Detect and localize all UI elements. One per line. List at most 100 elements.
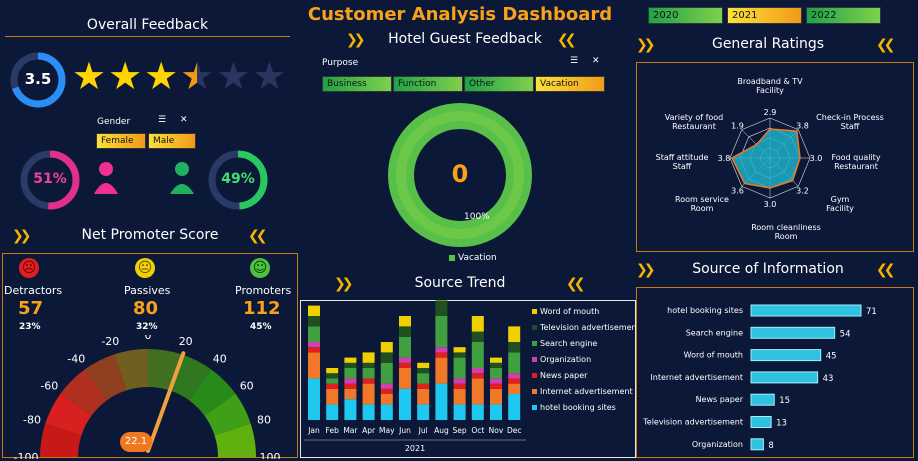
legend-label: Word of mouth: [540, 307, 599, 316]
trend-bar-segment: [471, 331, 484, 342]
radar-axis-label: Food quality: [831, 153, 880, 162]
source-category-label: News paper: [696, 395, 744, 404]
trend-bar-segment: [490, 383, 502, 389]
source-info-title: Source of Information: [692, 261, 844, 277]
trend-bar-segment: [326, 373, 339, 379]
overall-feedback-title: Overall Feedback: [86, 16, 209, 33]
detractors-label: Detractors: [4, 284, 63, 297]
trend-bar-segment: [308, 342, 320, 348]
trend-month-label: Feb: [326, 426, 340, 435]
source-trend-title: Source Trend: [414, 275, 506, 291]
trend-bar-segment: [435, 316, 448, 348]
legend-swatch: [532, 405, 537, 410]
trend-bar-segment: [490, 357, 502, 363]
source-value-label: 43: [823, 374, 834, 384]
trend-bar-segment: [490, 362, 502, 368]
source-category-label: Television advertisement: [642, 418, 743, 427]
multiselect-icon[interactable]: ☰: [570, 56, 578, 66]
purpose-business[interactable]: Business: [322, 76, 392, 92]
trend-bar-segment: [453, 352, 466, 358]
radar-axis-label: Gym: [831, 195, 850, 204]
radar-axis-label: Facility: [826, 204, 854, 213]
trend-bar-segment: [362, 368, 375, 379]
source-category-label: hotel booking sites: [667, 306, 743, 315]
clear-filter-icon[interactable]: ✕: [180, 115, 188, 125]
gauge-tick-label: -60: [40, 379, 58, 392]
trend-bar-segment: [308, 352, 320, 379]
source-value-label: 13: [776, 419, 787, 429]
radar-axis-label: Restaurant: [672, 122, 716, 131]
trend-bar-segment: [344, 362, 357, 368]
radar-value-label: 2.9: [764, 108, 777, 117]
trend-bar-segment: [362, 362, 375, 368]
trend-xlabel: 2021: [405, 444, 425, 453]
radar-axis-label: Facility: [756, 86, 784, 95]
year-2022[interactable]: 2022: [806, 7, 881, 24]
gauge-tick-label: 0: [145, 335, 152, 342]
radar-axis-label: Broadband & TV: [737, 77, 803, 86]
trend-bar-segment: [453, 383, 466, 389]
trend-bar-segment: [308, 378, 320, 420]
trend-bar-segment: [471, 316, 484, 332]
trend-bar-segment: [453, 347, 466, 353]
year-2020[interactable]: 2020: [648, 7, 723, 24]
year-2021[interactable]: 2021: [727, 7, 802, 24]
star-icon: ★: [108, 54, 143, 98]
female-person-icon: [94, 162, 118, 194]
radar-value-label: 1.9: [731, 121, 744, 130]
trend-bar-segment: [490, 378, 502, 384]
passives-value: 80: [133, 298, 159, 319]
slicer-female[interactable]: Female: [96, 133, 146, 149]
legend-swatch: [449, 255, 455, 261]
legend-label: Television advertisement: [539, 323, 636, 332]
trend-bar-segment: [308, 347, 320, 353]
trend-bar-segment: [453, 404, 466, 420]
trend-bar-segment: [344, 368, 357, 379]
legend-label: Search engine: [540, 339, 597, 348]
trend-bar-segment: [380, 388, 393, 394]
source-value-label: 54: [840, 329, 851, 339]
radar-value-label: 3.8: [718, 154, 731, 163]
trend-bar-segment: [508, 326, 521, 342]
trend-month-label: Jul: [418, 426, 428, 435]
chevron-left-icon: ❮❮: [557, 32, 577, 48]
radar-value-label: 3.2: [796, 187, 809, 196]
trend-bar-segment: [417, 404, 430, 420]
trend-bar-segment: [490, 388, 502, 405]
clear-filter-icon[interactable]: ✕: [592, 56, 600, 66]
trend-bar-segment: [399, 388, 411, 420]
source-value-label: 8: [768, 441, 773, 451]
source-category-label: Search engine: [686, 328, 743, 337]
purpose-other[interactable]: Other: [464, 76, 534, 92]
trend-month-label: Mar: [343, 426, 358, 435]
multiselect-icon[interactable]: ☰: [158, 115, 166, 125]
radar-axis-label: Room: [775, 232, 798, 241]
trend-bar-segment: [399, 357, 411, 363]
purpose-function[interactable]: Function: [393, 76, 463, 92]
star-empty-icon: ★: [216, 54, 251, 98]
radar-value-label: 3.0: [810, 154, 823, 163]
trend-bar-segment: [471, 404, 484, 420]
purpose-vacation[interactable]: Vacation: [535, 76, 605, 92]
legend-label: Organization: [540, 355, 591, 364]
trend-bar-segment: [453, 388, 466, 405]
source-bar: [750, 438, 764, 451]
donut-legend: Vacation: [449, 253, 497, 263]
trend-bar-segment: [435, 347, 448, 353]
trend-bar-segment: [508, 383, 521, 394]
source-value-label: 15: [779, 396, 790, 406]
trend-bar-segment: [308, 326, 320, 342]
trend-bar-segment: [471, 368, 484, 374]
trend-bar-segment: [399, 336, 411, 358]
star-icon: ★: [144, 54, 179, 98]
radar-value-label: 3.6: [731, 187, 744, 196]
male-person-icon: [170, 162, 194, 194]
radar-value-label: 3.0: [764, 200, 777, 209]
slicer-male[interactable]: Male: [148, 133, 196, 149]
trend-bar-segment: [308, 316, 320, 327]
source-bar: [750, 304, 862, 317]
source-value-label: 45: [826, 352, 837, 362]
trend-month-label: Oct: [471, 426, 484, 435]
gauge-tick-label: -100: [14, 451, 39, 459]
chevron-left-icon: ❮❮: [566, 276, 586, 292]
